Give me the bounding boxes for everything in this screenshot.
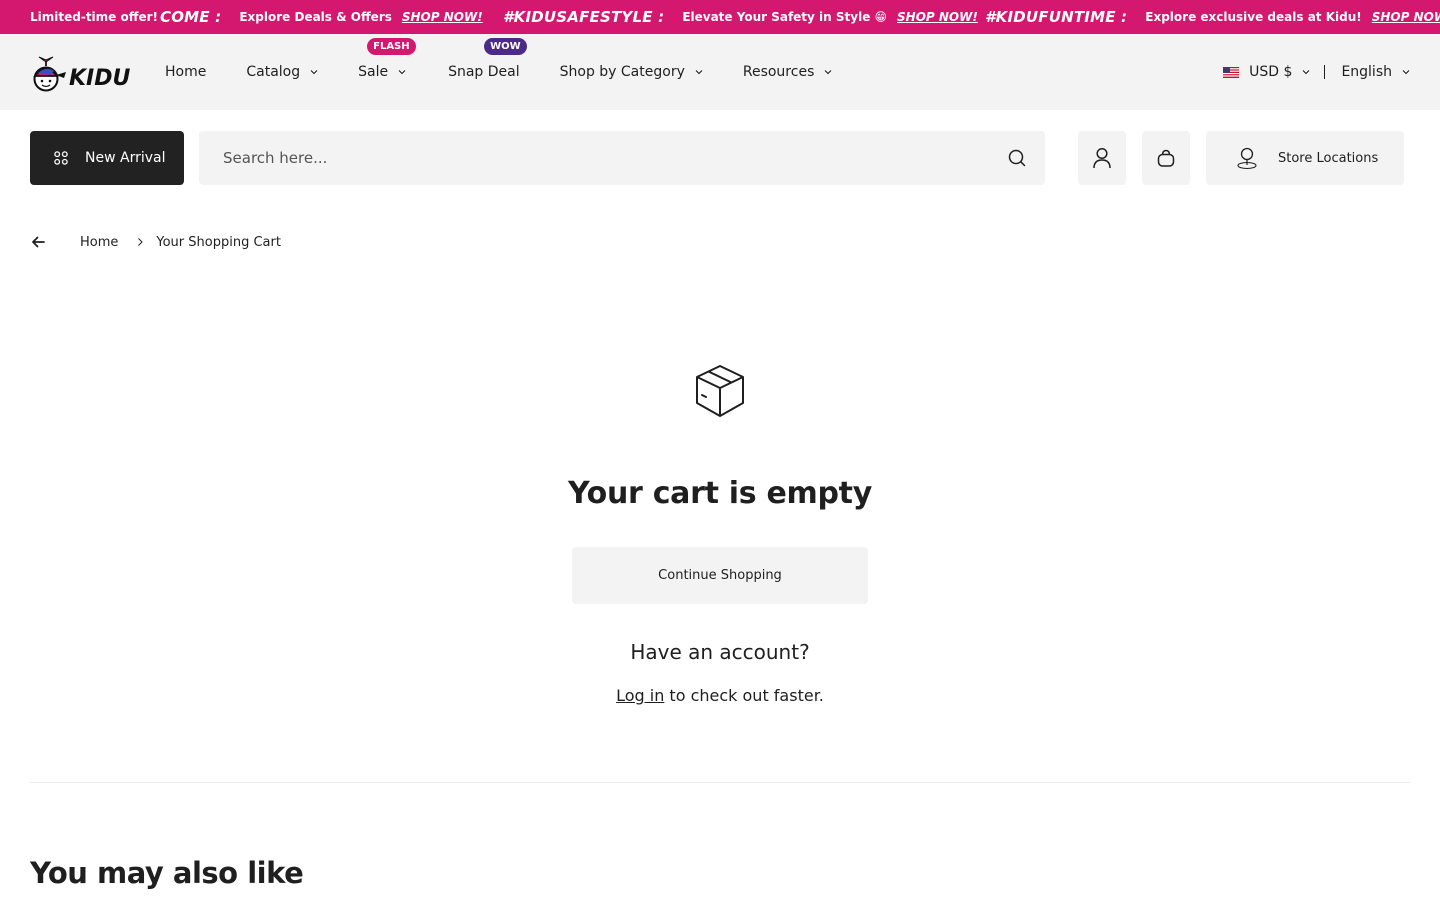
language-selector[interactable]: English [1341, 64, 1410, 80]
chevron-right-icon [138, 238, 144, 246]
arrow-left-icon[interactable] [30, 235, 46, 249]
chevron-down-icon [824, 70, 832, 75]
shop-now-link[interactable]: SHOP NOW! [402, 10, 483, 24]
shop-now-link[interactable]: SHOP NOW! [897, 10, 978, 24]
language-label: English [1341, 64, 1392, 80]
chevron-down-icon [310, 70, 318, 75]
announcement-message: Elevate Your Safety in Style 😁 [682, 10, 888, 24]
box-icon [696, 365, 744, 417]
locale-selectors: USD $ English [1223, 34, 1410, 110]
nav-item-snap-deal[interactable]: WOW Snap Deal [448, 38, 527, 80]
store-locations-label: Store Locations [1278, 150, 1379, 166]
store-locations-button[interactable]: Store Locations [1206, 131, 1404, 185]
empty-cart-title: Your cart is empty [568, 476, 872, 511]
breadcrumb-current: Your Shopping Cart [156, 234, 281, 250]
nav-label: Sale [358, 64, 389, 80]
announcement-segment: #KIDUFUNTIME : Explore exclusive deals a… [985, 0, 1440, 34]
bag-icon [1157, 149, 1175, 167]
us-flag-icon [1223, 66, 1240, 78]
wow-badge: WOW [484, 38, 527, 55]
user-icon [1093, 147, 1111, 169]
site-header: KIDU Home Catalog FLASH Sale WOW Snap De… [0, 34, 1440, 110]
mascot-logo-icon [33, 56, 66, 92]
search-placeholder: Search here... [223, 149, 328, 167]
cart-button[interactable] [1142, 131, 1190, 185]
announcement-lead: Limited-time offer! [30, 10, 158, 24]
currency-selector[interactable]: USD $ [1223, 64, 1310, 80]
chevron-down-icon [398, 70, 406, 75]
announcement-message: Explore exclusive deals at Kidu! [1145, 10, 1362, 24]
nav-label: Home [165, 64, 207, 80]
login-prompt: Log in to check out faster. [0, 686, 1440, 705]
recommendations-title: You may also like [30, 856, 304, 890]
grid-icon [54, 151, 68, 165]
currency-label: USD $ [1249, 64, 1293, 80]
nav-item-resources[interactable]: Resources [743, 64, 833, 80]
login-suffix: to check out faster. [664, 686, 824, 705]
breadcrumb: Home Your Shopping Cart [30, 231, 281, 253]
main-nav: Home Catalog FLASH Sale WOW Snap Deal Sh… [165, 34, 832, 110]
chevron-down-icon [695, 70, 703, 75]
new-arrival-button[interactable]: New Arrival [30, 131, 184, 185]
announcement-tag: COME : [160, 8, 222, 26]
location-pin-icon [1237, 147, 1257, 170]
announcement-segment: #KIDUSAFESTYLE : Elevate Your Safety in … [503, 0, 978, 34]
nav-label: Catalog [246, 64, 301, 80]
announcement-tag: #KIDUSAFESTYLE : [503, 8, 665, 26]
nav-item-shop-by-category[interactable]: Shop by Category [560, 64, 703, 80]
nav-item-home[interactable]: Home [165, 64, 206, 80]
nav-label: Shop by Category [559, 64, 685, 80]
nav-item-sale[interactable]: FLASH Sale [358, 38, 416, 80]
flash-badge: FLASH [367, 38, 416, 55]
kidu-logo[interactable]: KIDU [30, 54, 130, 92]
continue-shopping-label: Continue Shopping [658, 568, 782, 583]
account-prompt-title: Have an account? [630, 640, 810, 664]
nav-label: Snap Deal [448, 64, 520, 80]
announcement-message: Explore Deals & Offers [239, 10, 392, 24]
account-button[interactable] [1078, 131, 1126, 185]
search-input[interactable]: Search here... [199, 131, 1045, 185]
nav-item-catalog[interactable]: Catalog [246, 64, 318, 80]
announcement-track: COME : Explore Deals & Offers SHOP NOW! … [160, 0, 1440, 34]
breadcrumb-home-link[interactable]: Home [80, 235, 118, 250]
announcement-tag: #KIDUFUNTIME : [985, 8, 1128, 26]
shop-now-link[interactable]: SHOP NOW! [1372, 10, 1440, 24]
logo-wordmark: KIDU [69, 66, 130, 91]
locale-divider [1324, 65, 1326, 79]
chevron-down-icon [1303, 70, 1310, 75]
section-divider [30, 782, 1410, 783]
announcement-segment: COME : Explore Deals & Offers SHOP NOW! [160, 0, 483, 34]
nav-label: Resources [742, 64, 815, 80]
search-icon[interactable] [1007, 148, 1027, 168]
chevron-down-icon [1402, 70, 1410, 75]
announcement-bar: Limited-time offer! COME : Explore Deals… [0, 0, 1440, 34]
continue-shopping-button[interactable]: Continue Shopping [572, 547, 868, 604]
new-arrival-label: New Arrival [85, 150, 166, 166]
login-link[interactable]: Log in [616, 686, 664, 705]
